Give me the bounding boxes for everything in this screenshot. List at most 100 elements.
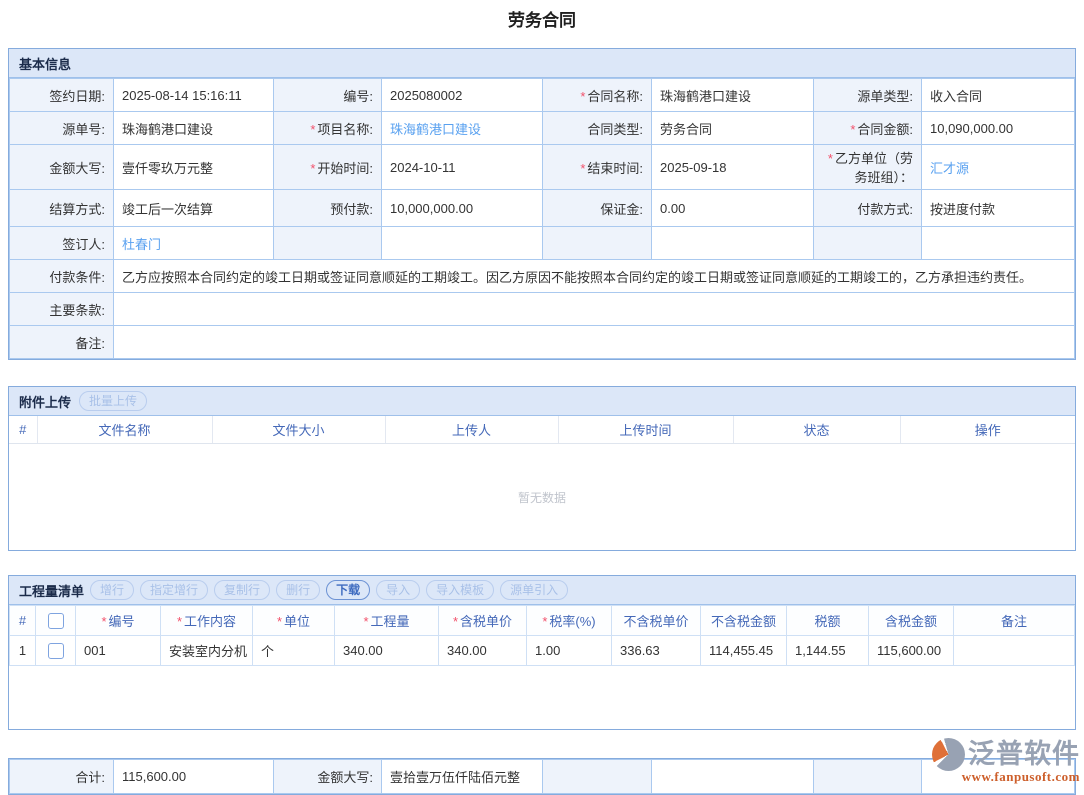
required-asterisk: * — [310, 161, 315, 176]
row-tax-amount: 1,144.55 — [787, 636, 869, 666]
party-b-unit-value: 汇才源 — [922, 145, 1075, 190]
batch-upload-button[interactable]: 批量上传 — [79, 391, 147, 411]
empty-value-cell — [652, 227, 814, 260]
row-quantity: 340.00 — [335, 636, 439, 666]
column-header-unit: *单位 — [253, 606, 335, 636]
payment-terms-value: 乙方应按照本合同约定的竣工日期或签证同意顺延的工期竣工。因乙方原因不能按照本合同… — [114, 260, 1075, 293]
import-button[interactable]: 导入 — [376, 580, 420, 600]
required-asterisk: * — [542, 614, 547, 629]
table-row: 备注: — [10, 326, 1075, 359]
column-header-remark: 备注 — [954, 606, 1075, 636]
column-header-tax-amount: 税额 — [787, 606, 869, 636]
table-row: 付款条件: 乙方应按照本合同约定的竣工日期或签证同意顺延的工期竣工。因乙方原因不… — [10, 260, 1075, 293]
prepayment-label: 预付款: — [274, 190, 382, 227]
required-asterisk: * — [177, 614, 182, 629]
column-header-file-name: 文件名称 — [37, 416, 212, 444]
empty-value-cell — [382, 227, 543, 260]
page-title: 劳务合同 — [0, 0, 1084, 32]
payment-terms-label: 付款条件: — [10, 260, 114, 293]
basic-info-title: 基本信息 — [19, 54, 71, 73]
empty-value-cell — [922, 760, 1075, 794]
column-header-code: *编号 — [76, 606, 161, 636]
insert-row-button[interactable]: 指定增行 — [140, 580, 208, 600]
required-asterisk: * — [101, 614, 106, 629]
source-number-label: 源单号: — [10, 112, 114, 145]
row-amount-without-tax: 114,455.45 — [701, 636, 787, 666]
amount-words-value: 壹拾壹万伍仟陆佰元整 — [382, 760, 543, 794]
boq-data-row: 1 001 安装室内分机 个 340.00 340.00 1.00 336.63… — [10, 636, 1075, 666]
copy-row-button[interactable]: 复制行 — [214, 580, 270, 600]
signer-link[interactable]: 杜春门 — [122, 237, 161, 252]
source-type-label: 源单类型: — [814, 79, 922, 112]
settlement-method-value: 竣工后一次结算 — [114, 190, 274, 227]
row-price-without-tax: 336.63 — [612, 636, 701, 666]
attachments-table: # 文件名称 文件大小 上传人 上传时间 状态 操作 — [9, 416, 1075, 444]
column-header-amount-with-tax: 含税金额 — [869, 606, 954, 636]
project-name-label: *项目名称: — [274, 112, 382, 145]
source-number-value: 珠海鹤港口建设 — [114, 112, 274, 145]
total-label: 合计: — [10, 760, 114, 794]
signer-label: 签订人: — [10, 227, 114, 260]
boq-empty-area — [9, 666, 1075, 729]
required-asterisk: * — [850, 122, 855, 137]
remark-value — [114, 326, 1075, 359]
start-date-value: 2024-10-11 — [382, 145, 543, 190]
column-header-select-all — [36, 606, 76, 636]
table-row: 结算方式: 竣工后一次结算 预付款: 10,000,000.00 保证金: 0.… — [10, 190, 1075, 227]
table-row: 金额大写: 壹仟零玖万元整 *开始时间: 2024-10-11 *结束时间: 2… — [10, 145, 1075, 190]
column-header-price-with-tax: *含税单价 — [439, 606, 527, 636]
party-b-unit-link[interactable]: 汇才源 — [930, 161, 969, 176]
deposit-label: 保证金: — [543, 190, 652, 227]
end-date-label: *结束时间: — [543, 145, 652, 190]
contract-name-value: 珠海鹤港口建设 — [652, 79, 814, 112]
project-name-value: 珠海鹤港口建设 — [382, 112, 543, 145]
empty-value-cell — [922, 227, 1075, 260]
attachments-title: 附件上传 — [19, 392, 71, 411]
column-header-status: 状态 — [733, 416, 900, 444]
required-asterisk: * — [277, 614, 282, 629]
table-row: 源单号: 珠海鹤港口建设 *项目名称: 珠海鹤港口建设 合同类型: 劳务合同 *… — [10, 112, 1075, 145]
source-import-button[interactable]: 源单引入 — [500, 580, 568, 600]
summary-row: 合计: 115,600.00 金额大写: 壹拾壹万伍仟陆佰元整 — [10, 760, 1075, 794]
empty-label-cell — [814, 760, 922, 794]
column-header-work-content: *工作内容 — [161, 606, 253, 636]
prepayment-value: 10,000,000.00 — [382, 190, 543, 227]
import-template-button[interactable]: 导入模板 — [426, 580, 494, 600]
party-b-unit-label: *乙方单位（劳务班组）： — [814, 145, 922, 190]
required-asterisk: * — [580, 89, 585, 104]
row-checkbox[interactable] — [48, 643, 64, 659]
add-row-button[interactable]: 增行 — [90, 580, 134, 600]
required-asterisk: * — [310, 122, 315, 137]
sign-date-value: 2025-08-14 15:16:11 — [114, 79, 274, 112]
empty-data-text: 暂无数据 — [518, 489, 566, 506]
required-asterisk: * — [580, 161, 585, 176]
end-date-value: 2025-09-18 — [652, 145, 814, 190]
payment-method-label: 付款方式: — [814, 190, 922, 227]
basic-info-header-bar: 基本信息 — [9, 49, 1075, 78]
contract-amount-label: *合同金额: — [814, 112, 922, 145]
select-all-checkbox[interactable] — [48, 613, 64, 629]
deposit-value: 0.00 — [652, 190, 814, 227]
contract-type-label: 合同类型: — [543, 112, 652, 145]
amount-words-label: 金额大写: — [10, 145, 114, 190]
empty-label-cell — [274, 227, 382, 260]
required-asterisk: * — [828, 151, 833, 166]
payment-method-value: 按进度付款 — [922, 190, 1075, 227]
contract-name-label: *合同名称: — [543, 79, 652, 112]
download-button[interactable]: 下载 — [326, 580, 370, 600]
attachments-header-row: # 文件名称 文件大小 上传人 上传时间 状态 操作 — [9, 416, 1075, 444]
boq-title: 工程量清单 — [19, 581, 84, 600]
total-value: 115,600.00 — [114, 760, 274, 794]
row-remark — [954, 636, 1075, 666]
basic-info-table: 签约日期: 2025-08-14 15:16:11 编号: 2025080002… — [9, 78, 1075, 359]
amount-words-label: 金额大写: — [274, 760, 382, 794]
table-row: 签约日期: 2025-08-14 15:16:11 编号: 2025080002… — [10, 79, 1075, 112]
delete-row-button[interactable]: 删行 — [276, 580, 320, 600]
amount-words-value: 壹仟零玖万元整 — [114, 145, 274, 190]
column-header-amount-without-tax: 不含税金额 — [701, 606, 787, 636]
main-terms-value — [114, 293, 1075, 326]
table-row: 主要条款: — [10, 293, 1075, 326]
column-header-file-size: 文件大小 — [212, 416, 385, 444]
signer-value: 杜春门 — [114, 227, 274, 260]
project-name-link[interactable]: 珠海鹤港口建设 — [390, 122, 481, 137]
